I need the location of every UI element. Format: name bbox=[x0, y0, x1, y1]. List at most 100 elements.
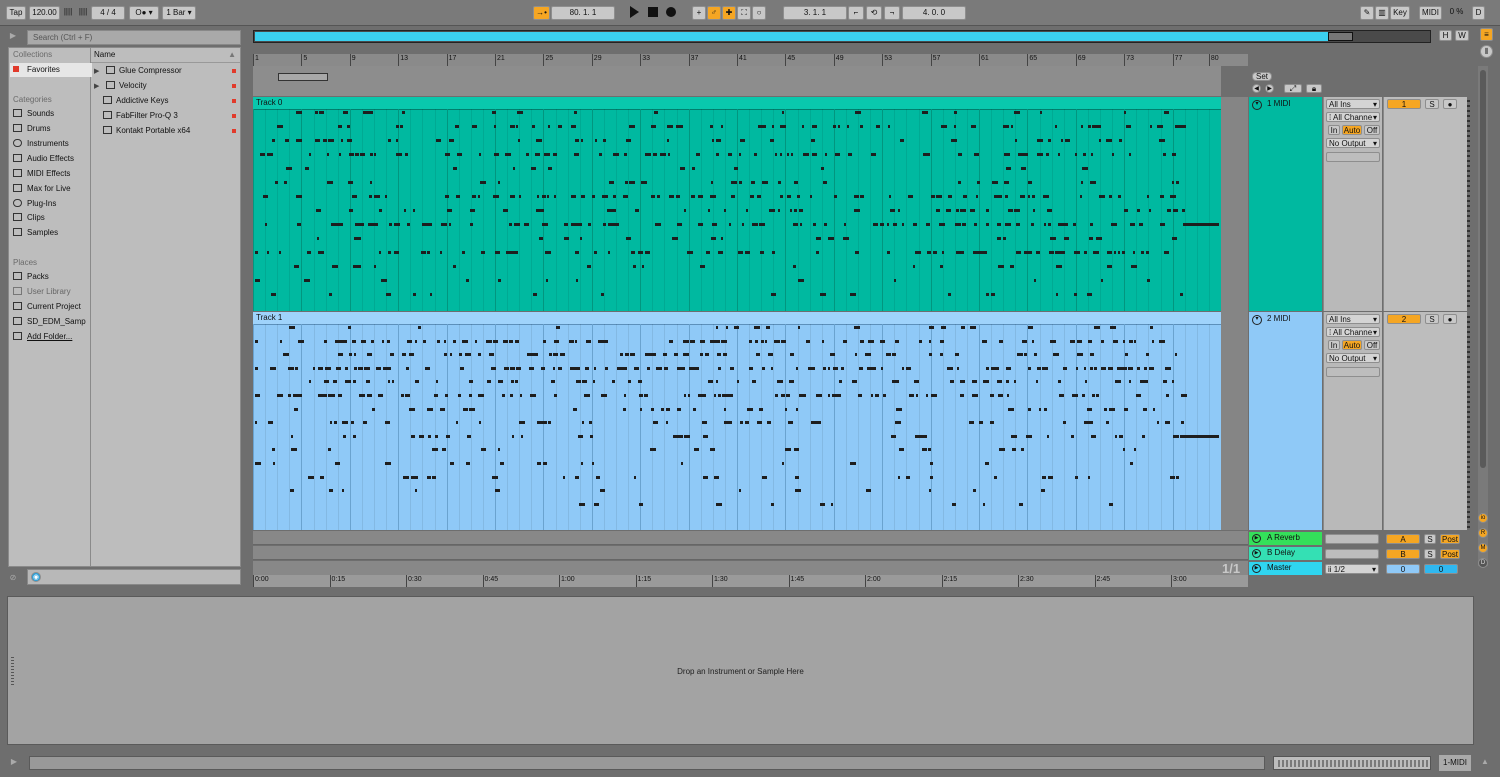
midi-note[interactable] bbox=[466, 462, 470, 465]
midi-note[interactable] bbox=[409, 353, 414, 357]
stop-button[interactable] bbox=[646, 5, 660, 21]
midi-note[interactable] bbox=[830, 353, 835, 357]
track-resize-handle[interactable] bbox=[1467, 100, 1470, 310]
midi-note[interactable] bbox=[1183, 434, 1219, 438]
midi-note[interactable] bbox=[403, 475, 409, 479]
midi-note[interactable] bbox=[1133, 251, 1135, 254]
midi-note[interactable] bbox=[1094, 326, 1100, 329]
midi-note[interactable] bbox=[371, 339, 374, 343]
return-track-b[interactable]: ▶ B Delay bbox=[1249, 547, 1322, 560]
midi-note[interactable] bbox=[342, 489, 344, 493]
midi-note[interactable] bbox=[844, 223, 846, 226]
midi-note[interactable] bbox=[336, 366, 341, 370]
midi-note[interactable] bbox=[1037, 366, 1041, 370]
midi-note[interactable] bbox=[1119, 434, 1123, 438]
device-view[interactable]: Drop an Instrument or Sample Here bbox=[7, 596, 1474, 745]
midi-note[interactable] bbox=[835, 153, 840, 156]
midi-note[interactable] bbox=[640, 407, 642, 411]
midi-note[interactable] bbox=[737, 380, 739, 384]
midi-note[interactable] bbox=[1061, 139, 1063, 142]
midi-note[interactable] bbox=[317, 237, 319, 240]
midi-note[interactable] bbox=[447, 209, 452, 212]
midi-note[interactable] bbox=[656, 366, 662, 370]
midi-note[interactable] bbox=[976, 195, 978, 198]
midi-note[interactable] bbox=[467, 434, 471, 438]
midi-note[interactable] bbox=[444, 339, 446, 343]
midi-note[interactable] bbox=[319, 111, 324, 114]
midi-note[interactable] bbox=[915, 251, 921, 254]
midi-note[interactable] bbox=[352, 195, 357, 198]
midi-note[interactable] bbox=[721, 237, 723, 240]
midi-note[interactable] bbox=[515, 380, 518, 384]
midi-note[interactable] bbox=[402, 111, 405, 114]
track-name[interactable]: B Delay bbox=[1267, 548, 1295, 557]
midi-note[interactable] bbox=[798, 326, 800, 329]
groove-pool-icon[interactable]: ⊘ bbox=[6, 572, 20, 586]
midi-note[interactable] bbox=[647, 366, 650, 370]
midi-note[interactable] bbox=[698, 195, 703, 198]
midi-note[interactable] bbox=[480, 181, 486, 184]
midi-note[interactable] bbox=[1005, 195, 1008, 198]
midi-note[interactable] bbox=[963, 195, 967, 198]
midi-note[interactable] bbox=[749, 366, 753, 370]
midi-note[interactable] bbox=[1004, 181, 1009, 184]
midi-note[interactable] bbox=[1042, 366, 1048, 370]
midi-note[interactable] bbox=[771, 502, 774, 506]
midi-note[interactable] bbox=[511, 380, 514, 384]
midi-note[interactable] bbox=[1157, 421, 1159, 425]
midi-note[interactable] bbox=[1129, 380, 1131, 384]
midi-note[interactable] bbox=[516, 125, 518, 128]
midi-note[interactable] bbox=[1028, 366, 1031, 370]
midi-note[interactable] bbox=[629, 125, 635, 128]
midi-note[interactable] bbox=[955, 223, 961, 226]
midi-note[interactable] bbox=[1073, 223, 1076, 226]
midi-note[interactable] bbox=[728, 394, 733, 397]
mixer-view-icon[interactable]: ≡ bbox=[1480, 28, 1493, 41]
midi-note[interactable] bbox=[394, 223, 400, 226]
midi-note[interactable] bbox=[338, 394, 342, 397]
midi-note[interactable] bbox=[255, 462, 261, 465]
midi-note[interactable] bbox=[277, 125, 283, 128]
midi-note[interactable] bbox=[760, 251, 764, 254]
midi-note[interactable] bbox=[513, 167, 515, 170]
midi-note[interactable] bbox=[288, 394, 291, 397]
midi-note[interactable] bbox=[661, 407, 664, 411]
midi-note[interactable] bbox=[601, 394, 607, 397]
midi-note[interactable] bbox=[1014, 111, 1020, 114]
midi-note[interactable] bbox=[1090, 223, 1093, 226]
midi-note[interactable] bbox=[810, 195, 812, 198]
midi-note[interactable] bbox=[475, 339, 477, 343]
draw-mode-button[interactable]: ✎ bbox=[1360, 6, 1374, 20]
midi-note[interactable] bbox=[794, 181, 798, 184]
midi-note[interactable] bbox=[710, 448, 715, 452]
midi-note[interactable] bbox=[906, 366, 911, 370]
midi-note[interactable] bbox=[1053, 353, 1059, 357]
io-toggle-icon[interactable]: io bbox=[1478, 513, 1488, 523]
midi-note[interactable] bbox=[663, 353, 667, 357]
midi-note[interactable] bbox=[871, 153, 876, 156]
midi-note[interactable] bbox=[928, 448, 931, 452]
midi-note[interactable] bbox=[668, 153, 670, 156]
midi-note[interactable] bbox=[974, 153, 979, 156]
midi-note[interactable] bbox=[802, 125, 804, 128]
midi-note[interactable] bbox=[428, 434, 431, 438]
midi-note[interactable] bbox=[289, 326, 295, 329]
midi-note[interactable] bbox=[756, 353, 760, 357]
midi-note[interactable] bbox=[971, 125, 976, 128]
midi-note[interactable] bbox=[1172, 237, 1177, 240]
midi-note[interactable] bbox=[898, 475, 900, 479]
midi-note[interactable] bbox=[357, 265, 361, 268]
midi-note[interactable] bbox=[493, 195, 499, 198]
midi-note[interactable] bbox=[407, 223, 410, 226]
midi-note[interactable] bbox=[628, 380, 631, 384]
midi-note[interactable] bbox=[936, 195, 942, 198]
midi-note[interactable] bbox=[1101, 339, 1104, 343]
track-activate-icon[interactable]: ▶ bbox=[1252, 534, 1261, 543]
midi-note[interactable] bbox=[891, 434, 896, 438]
midi-note[interactable] bbox=[957, 366, 959, 370]
midi-note[interactable] bbox=[539, 237, 543, 240]
midi-note[interactable] bbox=[370, 153, 373, 156]
sidebar-item-clips[interactable]: Clips bbox=[13, 211, 89, 225]
midi-note[interactable] bbox=[739, 181, 742, 184]
midi-note[interactable] bbox=[1172, 153, 1176, 156]
